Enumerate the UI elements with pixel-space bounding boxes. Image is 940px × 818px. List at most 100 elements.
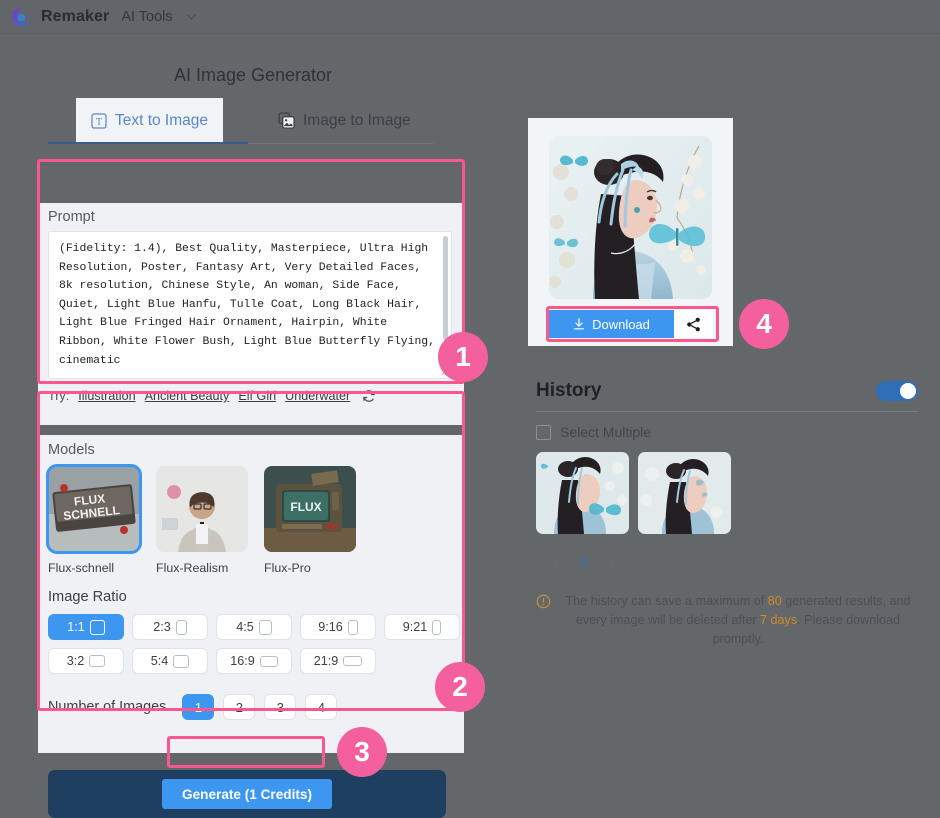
generate-bar: Generate (1 Credits) — [48, 770, 446, 818]
result-card: Download — [528, 118, 733, 346]
number-of-images-option-4[interactable]: 4 — [305, 694, 338, 720]
image-ratio-option-label: 16:9 — [230, 654, 255, 668]
tab-text-to-image-label: Text to Image — [114, 111, 209, 129]
image-ratio-option-9-16[interactable]: 9:16 — [300, 614, 376, 640]
image-ratio-options: 1:1 2:3 4:5 9:16 9:21 3:2 5:4 16:9 21:9 — [48, 614, 460, 674]
try-row: Try: Illustration Ancient Beauty Elf Gir… — [48, 388, 454, 404]
image-ratio-option-9-21[interactable]: 9:21 — [384, 614, 460, 640]
image-ratio-option-label: 4:5 — [236, 620, 254, 634]
model-name-flux-pro: Flux-Pro — [264, 561, 311, 575]
share-icon — [687, 317, 700, 331]
ai-tools-menu[interactable]: AI Tools — [121, 9, 172, 25]
notice-part1: The history can save a maximum of — [565, 594, 768, 608]
info-circle-icon — [536, 594, 551, 609]
try-label: Try: — [48, 389, 70, 403]
image-ratio-option-label: 2:3 — [153, 620, 171, 634]
step-badge-4: 4 — [739, 299, 789, 349]
app-page: Remaker AI Tools AI Image Generator T Te… — [0, 0, 940, 818]
history-toggle[interactable] — [876, 381, 918, 401]
history-thumbnails — [536, 452, 918, 534]
image-ratio-option-4-5[interactable]: 4:5 — [216, 614, 292, 640]
history-divider — [536, 411, 918, 412]
history-thumb-2[interactable] — [638, 452, 731, 534]
download-icon — [574, 318, 585, 330]
model-option-flux-realism[interactable]: Flux-Realism — [156, 466, 248, 575]
try-link-illustration[interactable]: Illustration — [78, 389, 135, 403]
model-option-flux-schnell[interactable]: FLUX SCHNELL Flux-schnell — [46, 464, 142, 575]
select-multiple-label: Select Multiple — [560, 424, 652, 440]
prompt-text: (Fidelity: 1.4), Best Quality, Masterpie… — [59, 243, 442, 367]
number-of-images-option-3[interactable]: 3 — [264, 694, 297, 720]
image-ratio-option-label: 21:9 — [313, 654, 339, 668]
history-header: History — [536, 380, 918, 402]
history-pagination: 1 — [536, 555, 918, 570]
number-of-images-row: Number of Images 1 2 3 4 — [48, 694, 454, 720]
history-notice-text: The history can save a maximum of 80 gen… — [559, 592, 917, 649]
step-badge-3: 3 — [337, 727, 387, 777]
model-thumb-flux-schnell: FLUX SCHNELL — [46, 464, 142, 554]
history-thumb-1-image — [536, 452, 629, 534]
models-card: Models FLUX SCHNELL Flux-schnell Flux-Re… — [38, 435, 464, 753]
image-ratio-option-label: 1:1 — [67, 620, 85, 634]
brand-name: Remaker — [41, 7, 110, 25]
history-title: History — [536, 380, 602, 401]
tab-text-to-image[interactable]: T Text to Image — [76, 98, 223, 143]
generate-button[interactable]: Generate (1 Credits) — [162, 779, 332, 809]
try-link-elf-girl[interactable]: Elf Girl — [238, 389, 276, 403]
left-panel: AI Image Generator T Text to Image Image… — [0, 43, 506, 818]
aspect-ratio-shape-icon — [258, 619, 272, 635]
tab-image-to-image-label: Image to Image — [303, 111, 411, 129]
aspect-ratio-shape-icon — [259, 655, 278, 667]
number-of-images-option-2[interactable]: 2 — [223, 694, 256, 720]
text-t-icon: T — [91, 112, 107, 129]
result-image[interactable] — [549, 136, 712, 299]
select-multiple-checkbox[interactable] — [536, 424, 551, 440]
prompt-label: Prompt — [48, 209, 95, 225]
image-ratio-option-1-1[interactable]: 1:1 — [48, 614, 124, 640]
image-ratio-option-5-4[interactable]: 5:4 — [132, 648, 208, 674]
share-button[interactable] — [674, 310, 713, 338]
step-badge-2: 2 — [435, 662, 485, 712]
try-link-ancient-beauty[interactable]: Ancient Beauty — [145, 389, 230, 403]
models-row: FLUX SCHNELL Flux-schnell Flux-Realism F… — [46, 464, 454, 575]
image-ratio-option-16-9[interactable]: 16:9 — [216, 648, 292, 674]
prompt-input[interactable]: (Fidelity: 1.4), Best Quality, Masterpie… — [48, 231, 452, 379]
page-title: AI Image Generator — [173, 65, 333, 85]
prompt-scrollbar[interactable] — [443, 236, 448, 340]
number-of-images-option-1[interactable]: 1 — [182, 694, 215, 720]
history-panel: History Select Multiple 1 The history ca… — [536, 380, 918, 649]
aspect-ratio-shape-icon — [175, 619, 187, 635]
step-badge-1: 1 — [438, 332, 488, 382]
history-thumb-2-image — [638, 452, 731, 534]
aspect-ratio-shape-icon — [89, 619, 105, 635]
history-thumb-1[interactable] — [536, 452, 629, 534]
chevron-right-icon[interactable] — [606, 557, 617, 568]
page-number[interactable]: 1 — [581, 555, 588, 570]
image-ratio-option-label: 9:21 — [402, 620, 428, 634]
image-ratio-option-2-3[interactable]: 2:3 — [132, 614, 208, 640]
notice-max: 80 — [767, 594, 782, 608]
top-bar: Remaker AI Tools — [0, 0, 940, 34]
model-thumb-flux-pro: FLUX — [264, 466, 356, 552]
image-ratio-option-3-2[interactable]: 3:2 — [48, 648, 124, 674]
try-link-underwater[interactable]: Underwater — [285, 389, 350, 403]
chevron-down-icon[interactable] — [185, 10, 198, 23]
number-of-images-label: Number of Images — [48, 699, 167, 715]
image-ratio-option-label: 9:16 — [318, 620, 343, 634]
history-notice: The history can save a maximum of 80 gen… — [536, 592, 918, 649]
refresh-icon[interactable] — [361, 388, 377, 404]
aspect-ratio-shape-icon — [343, 656, 363, 666]
model-name-flux-schnell: Flux-schnell — [48, 561, 115, 575]
aspect-ratio-shape-icon — [347, 619, 358, 635]
model-name-flux-realism: Flux-Realism — [156, 561, 229, 575]
select-multiple-row[interactable]: Select Multiple — [536, 424, 918, 440]
tab-image-to-image[interactable]: Image to Image — [278, 98, 411, 143]
notice-days: 7 days — [760, 613, 798, 627]
generated-portrait-image — [549, 136, 712, 299]
image-ratio-option-21-9[interactable]: 21:9 — [300, 648, 376, 674]
download-share-row: Download — [548, 310, 713, 338]
tab-underline — [48, 142, 433, 144]
model-option-flux-pro[interactable]: FLUX Flux-Pro — [264, 466, 356, 575]
chevron-left-icon[interactable] — [552, 557, 563, 568]
download-button[interactable]: Download — [548, 310, 674, 338]
